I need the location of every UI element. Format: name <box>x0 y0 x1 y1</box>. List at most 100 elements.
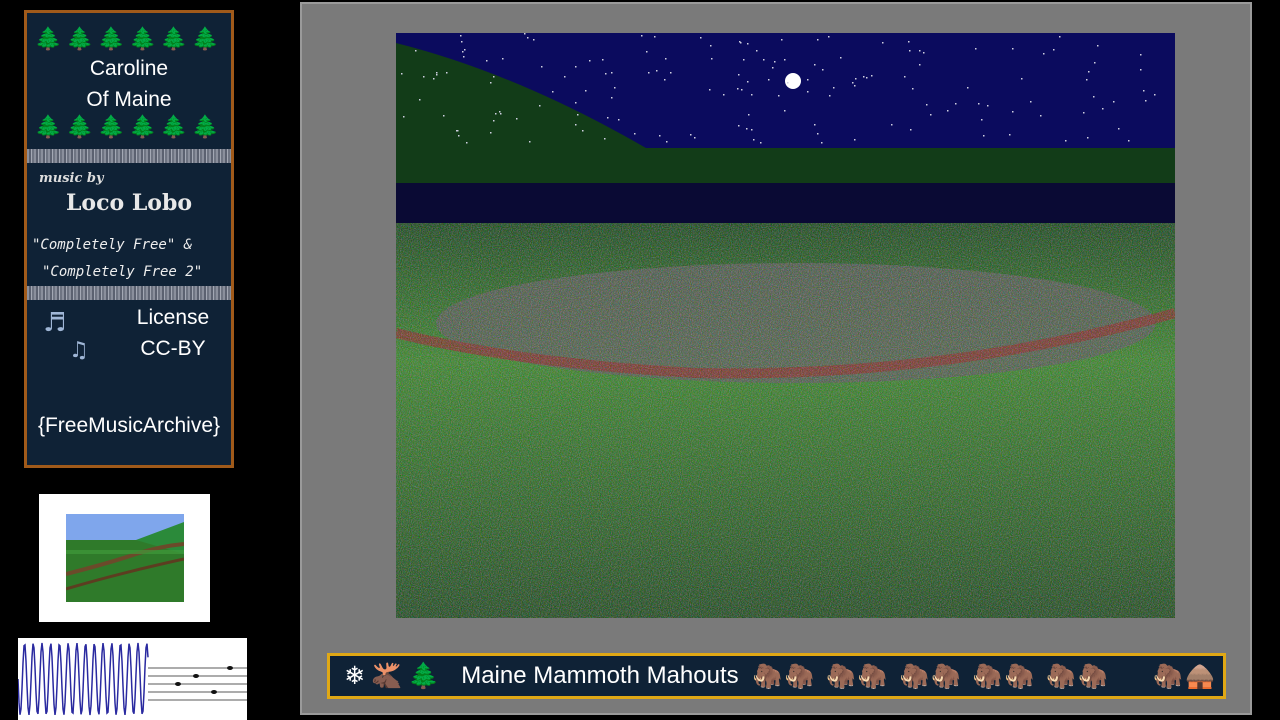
star <box>700 37 702 39</box>
star <box>611 97 613 99</box>
star <box>648 72 650 74</box>
star <box>908 41 910 43</box>
music-notes-icon: ♫ <box>69 338 89 363</box>
star <box>737 88 739 90</box>
star <box>852 82 854 84</box>
star <box>436 72 438 74</box>
star <box>743 59 745 61</box>
star <box>443 115 445 117</box>
star <box>1128 140 1130 142</box>
star <box>829 95 831 97</box>
star <box>611 72 613 74</box>
star <box>495 113 497 115</box>
star <box>1087 137 1089 139</box>
license-type: CC-BY <box>140 337 206 360</box>
license-block: ♬ ♫ License CC-BY <box>27 300 231 410</box>
album-list: "Completely Free" & "Completely Free 2" <box>27 232 231 286</box>
star <box>910 129 912 131</box>
star <box>822 69 824 71</box>
star <box>854 85 856 87</box>
star <box>975 48 977 50</box>
star <box>863 76 865 78</box>
music-note-icon: ♬ <box>43 308 67 338</box>
star <box>1043 53 1045 55</box>
star <box>1083 112 1085 114</box>
star <box>882 42 884 44</box>
waveform-strip <box>18 638 247 720</box>
star <box>582 130 584 132</box>
star <box>926 104 928 106</box>
star <box>919 64 921 66</box>
star <box>768 79 770 81</box>
star <box>670 72 672 74</box>
star <box>690 134 692 136</box>
star <box>967 87 969 89</box>
star <box>784 59 786 61</box>
star <box>787 82 789 84</box>
star <box>575 66 577 68</box>
star <box>1113 101 1115 103</box>
star <box>740 42 742 44</box>
star <box>1040 115 1042 117</box>
star <box>821 142 823 144</box>
star <box>814 124 816 126</box>
snowflake-moose-tree-icons: ❄🫎🌲 <box>344 661 446 690</box>
star <box>854 139 856 141</box>
star <box>1118 128 1120 130</box>
star <box>634 133 636 135</box>
artist-name: Loco Lobo <box>65 190 193 216</box>
star <box>774 61 776 63</box>
star <box>919 50 921 52</box>
source-label: {FreeMusicArchive} <box>37 414 221 437</box>
star <box>747 81 749 83</box>
star <box>983 135 985 137</box>
thumbnail-image <box>39 494 210 622</box>
star <box>871 75 873 77</box>
album-2: "Completely Free 2" <box>42 264 203 280</box>
star <box>665 58 667 60</box>
star <box>463 56 465 58</box>
star <box>1140 54 1142 56</box>
star <box>656 70 658 72</box>
artwork-frame: ❄🫎🌲 Maine Mammoth Mahouts 🦣🦣 🦣🦣 🦣🦣 🦣🦣 🦣🦣… <box>300 2 1252 715</box>
star <box>490 132 492 134</box>
star <box>833 87 835 89</box>
star <box>464 49 466 51</box>
star <box>807 91 809 93</box>
star <box>746 128 748 130</box>
track-banner: ❄🫎🌲 Maine Mammoth Mahouts 🦣🦣 🦣🦣 🦣🦣 🦣🦣 🦣🦣… <box>327 653 1226 699</box>
star <box>741 89 743 91</box>
star <box>541 66 543 68</box>
star <box>490 82 492 84</box>
star <box>527 37 529 39</box>
star <box>423 76 425 78</box>
star <box>493 76 495 78</box>
star <box>415 50 417 52</box>
star <box>738 74 740 76</box>
music-by-label: music by <box>39 171 104 186</box>
star <box>981 119 983 121</box>
star <box>605 73 607 75</box>
star <box>539 105 541 107</box>
star <box>403 116 405 118</box>
static-divider <box>27 149 231 163</box>
static-divider-2 <box>27 286 231 300</box>
tree-row-top: 🌲🌲🌲🌲🌲🌲 <box>34 27 224 52</box>
star <box>575 102 577 104</box>
star <box>577 114 579 116</box>
star <box>1154 94 1156 96</box>
star <box>817 133 819 135</box>
star <box>747 43 749 45</box>
star <box>947 110 949 112</box>
star <box>711 58 713 60</box>
star <box>1030 101 1032 103</box>
star <box>1021 78 1023 80</box>
star <box>987 105 989 107</box>
star <box>436 74 438 76</box>
star <box>456 130 458 132</box>
license-label: License <box>136 306 210 329</box>
star <box>1065 140 1067 142</box>
star <box>1094 62 1096 64</box>
star <box>666 141 668 143</box>
info-card: 🌲🌲🌲🌲🌲🌲 Caroline Of Maine 🌲🌲🌲🌲🌲🌲 music by… <box>24 10 234 468</box>
